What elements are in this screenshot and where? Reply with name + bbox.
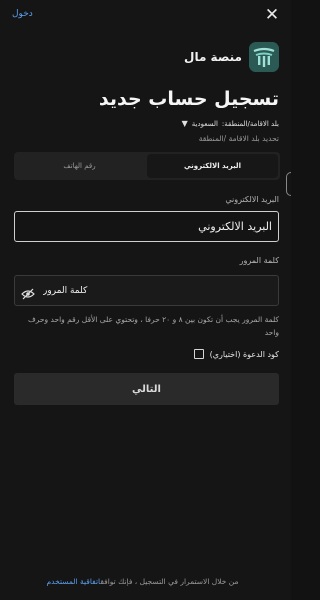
invite-code-checkbox[interactable] [193,349,204,359]
password-label: كلمة المرور [239,256,279,265]
tab-phone[interactable]: رقم الهاتف [14,152,145,180]
terms-text: من خلال الاستمرار في التسجيل ، فإنك تواف… [100,577,239,586]
country-value: السعودية [191,119,218,128]
registration-screen: دخول ✕ منصة مال تسجيل حساب جديد بلد الاق… [0,0,291,600]
email-input[interactable] [14,211,279,242]
login-link[interactable]: دخول [12,9,33,19]
user-agreement-link[interactable]: اتفاقية المستخدم [47,577,101,586]
invite-code-label: كود الدعوة (اختياري) [209,349,279,359]
top-bar: دخول ✕ [10,6,281,26]
page-title: تسجيل حساب جديد [98,88,279,110]
password-input[interactable] [41,276,272,305]
side-drawer-handle[interactable] [286,172,291,196]
tab-email[interactable]: البريد الالكتروني [147,154,278,178]
brand: منصة مال [184,42,279,72]
invite-code-toggle[interactable]: كود الدعوة (اختياري) [193,349,279,359]
caret-down-icon: ▼ [181,119,188,128]
close-icon[interactable]: ✕ [263,6,281,24]
country-sublabel: تحديد بلد الاقامة /المنطقة [198,134,279,143]
eye-slash-icon[interactable] [21,285,35,300]
brand-name: منصة مال [184,50,242,64]
email-label: البريد الالكتروني [225,195,279,204]
mal-logo-icon [249,42,279,72]
signup-method-tabs: البريد الالكتروني رقم الهاتف [14,152,280,180]
country-label: بلد الاقامة/المنطقة: [221,119,279,128]
next-button[interactable]: التالي [14,373,279,405]
terms-footer: من خلال الاستمرار في التسجيل ، فإنك تواف… [0,577,285,586]
password-hint: كلمة المرور يجب أن تكون بين ٨ و ٢٠ حرفا … [27,315,279,337]
password-field [14,275,279,306]
country-selector[interactable]: بلد الاقامة/المنطقة: السعودية ▼ [182,119,279,128]
